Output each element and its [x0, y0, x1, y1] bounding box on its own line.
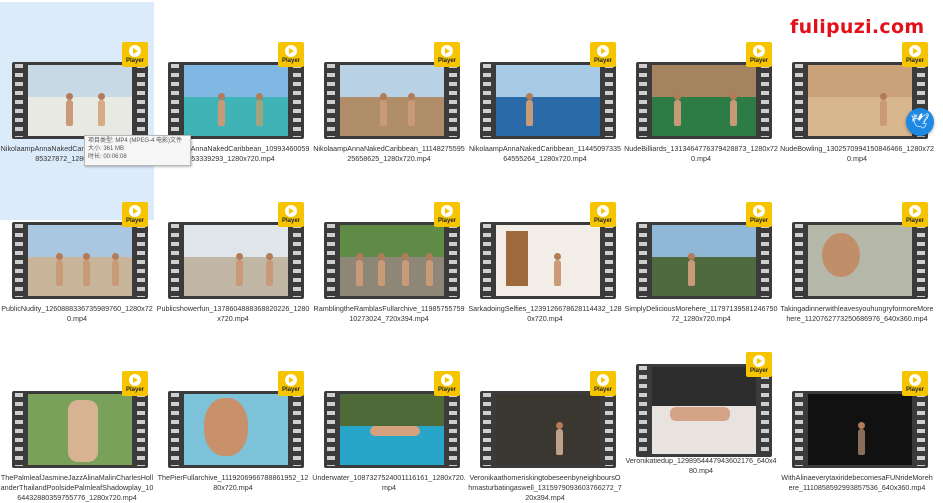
play-icon [753, 355, 765, 367]
player-badge: Player [746, 352, 772, 377]
video-thumbnail [480, 222, 616, 299]
play-icon [441, 205, 453, 217]
play-icon [129, 45, 141, 57]
player-badge: Player [122, 42, 148, 67]
video-thumbnail [12, 391, 148, 468]
video-thumbnail [480, 391, 616, 468]
file-name: NikolaampAnnaNakedCaribbean_114450973356… [468, 144, 622, 163]
bird-icon[interactable]: 🕊 [906, 108, 934, 136]
file-name: RamblingtheRamblasFullarchive_1198575575… [313, 304, 465, 323]
file-name: Veronikatiedup_1298954447943602176_640x4… [625, 456, 777, 475]
video-thumbnail [168, 62, 304, 139]
video-thumbnail [636, 364, 772, 457]
player-badge: Player [122, 371, 148, 396]
player-badge: Player [278, 42, 304, 67]
player-badge: Player [590, 371, 616, 396]
player-badge: Player [434, 42, 460, 67]
video-thumbnail [792, 391, 928, 468]
play-icon [285, 374, 297, 386]
tooltip-size: 大小: 361 MB [88, 146, 125, 152]
tooltip-duration: 时长: 00:06:08 [88, 154, 127, 160]
play-icon [753, 205, 765, 217]
file-name: PublicNudity_1260888336735989760_1280x72… [1, 304, 153, 323]
play-icon [441, 45, 453, 57]
file-name: NikolaampAnnaNakedCaribbean_111482755952… [313, 144, 465, 163]
player-badge: Player [434, 202, 460, 227]
video-thumbnail [324, 222, 460, 299]
file-name: ThePalmleafJasmineJazzAlinaMalinCharlesH… [0, 473, 154, 502]
player-badge: Player [590, 42, 616, 67]
file-name: NudeBilliards_1313464776379428873_1280x7… [624, 144, 778, 163]
play-icon [753, 45, 765, 57]
play-icon [597, 374, 609, 386]
play-icon [909, 205, 921, 217]
file-name: SarkadoingSelfies_1239126678628114432_12… [468, 304, 622, 323]
player-badge: Player [122, 202, 148, 227]
play-icon [597, 205, 609, 217]
play-icon [597, 45, 609, 57]
player-badge: Player [278, 202, 304, 227]
video-thumbnail [324, 62, 460, 139]
player-badge: Player [434, 371, 460, 396]
file-name: WithAlinaeverytaxiridebecomesaFUNrideMor… [781, 473, 933, 492]
file-name: ThePierFullarchive_1119206966788861952_1… [157, 473, 309, 492]
play-icon [441, 374, 453, 386]
player-badge: Player [746, 202, 772, 227]
play-icon [129, 205, 141, 217]
file-name: Underwater_1087327524001116161_1280x720.… [312, 473, 466, 492]
video-thumbnail [636, 222, 772, 299]
play-icon [129, 374, 141, 386]
video-thumbnail [792, 222, 928, 299]
player-badge: Player [902, 202, 928, 227]
video-thumbnail [168, 391, 304, 468]
play-icon [909, 374, 921, 386]
video-thumbnail [12, 62, 148, 139]
video-thumbnail [168, 222, 304, 299]
play-icon [285, 205, 297, 217]
player-badge: Player [746, 42, 772, 67]
tooltip-type: 项目类型: MP4 (MPEG-4 电影)文件 [88, 138, 183, 144]
video-thumbnail [636, 62, 772, 139]
file-info-tooltip: 项目类型: MP4 (MPEG-4 电影)文件 大小: 361 MB 时长: 0… [84, 135, 191, 166]
video-thumbnail [480, 62, 616, 139]
file-name: Publicshowerfun_1378604888368820226_1280… [156, 304, 310, 323]
file-grid: Player NikolaampAnnaNakedCaribbean_10796… [0, 0, 943, 502]
player-badge: Player [278, 371, 304, 396]
file-name: SimplyDeliciousMorehere_1179713958124675… [624, 304, 778, 323]
play-icon [285, 45, 297, 57]
file-name: NudeBowling_1302570994150846466_1280x720… [780, 144, 934, 163]
file-name: TakingadinnerwithleavesyouhungryformoreM… [780, 304, 934, 323]
video-thumbnail [324, 391, 460, 468]
player-badge: Player [902, 371, 928, 396]
player-badge: Player [590, 202, 616, 227]
file-name: Veronikaathomeriskingtobeseenbyneighbour… [468, 473, 622, 502]
video-thumbnail [12, 222, 148, 299]
player-badge: Player [902, 42, 928, 67]
play-icon [909, 45, 921, 57]
